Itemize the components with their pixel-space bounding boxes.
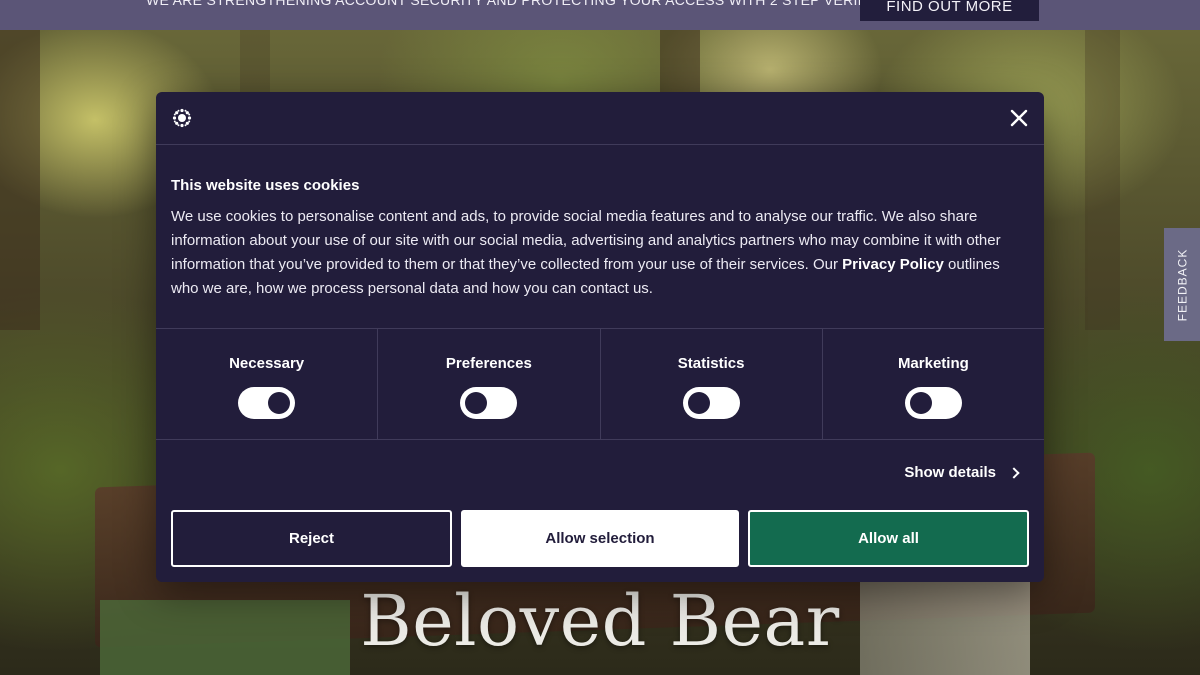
feedback-tab[interactable]: FEEDBACK xyxy=(1164,228,1200,341)
close-icon xyxy=(1010,109,1028,127)
hero-title: Beloved Bear xyxy=(360,580,840,662)
marketing-toggle[interactable] xyxy=(904,387,962,419)
banner-text: WE ARE STRENGTHENING ACCOUNT SECURITY AN… xyxy=(146,0,929,8)
dialog-header xyxy=(156,92,1044,145)
category-marketing: Marketing xyxy=(823,329,1044,439)
feedback-label: FEEDBACK xyxy=(1175,248,1189,321)
toggle-knob xyxy=(909,392,932,414)
show-details-label: Show details xyxy=(904,464,996,481)
close-button[interactable] xyxy=(1006,105,1032,131)
toggle-knob xyxy=(687,392,710,414)
category-label: Preferences xyxy=(445,355,532,372)
toggle-knob xyxy=(465,392,488,414)
toggle-knob xyxy=(268,392,291,414)
cookie-consent-dialog: This website uses cookies We use cookies… xyxy=(156,92,1044,582)
cookiebot-logo-icon xyxy=(172,108,192,128)
allow-selection-button[interactable]: Allow selection xyxy=(461,510,739,567)
allow-all-button[interactable]: Allow all xyxy=(748,510,1029,567)
category-label: Statistics xyxy=(677,355,745,372)
details-row: Show details xyxy=(156,440,1044,508)
statistics-toggle[interactable] xyxy=(682,387,740,419)
category-necessary: Necessary xyxy=(156,329,379,439)
find-out-more-button[interactable]: FIND OUT MORE xyxy=(860,0,1039,21)
preferences-toggle[interactable] xyxy=(460,387,518,419)
privacy-policy-link[interactable]: Privacy Policy xyxy=(842,256,944,273)
dialog-title: This website uses cookies xyxy=(171,177,360,194)
category-statistics: Statistics xyxy=(601,329,823,439)
reject-button[interactable]: Reject xyxy=(171,510,452,567)
security-banner: WE ARE STRENGTHENING ACCOUNT SECURITY AN… xyxy=(0,0,1200,30)
necessary-toggle[interactable] xyxy=(238,387,296,419)
chevron-right-icon xyxy=(1008,466,1020,479)
category-label: Necessary xyxy=(229,355,305,372)
show-details-button[interactable]: Show details xyxy=(904,464,1020,481)
dialog-description: We use cookies to personalise content an… xyxy=(171,205,1029,301)
category-preferences: Preferences xyxy=(378,329,601,439)
dialog-body: This website uses cookies We use cookies… xyxy=(156,145,1044,329)
dialog-actions: Reject Allow selection Allow all xyxy=(171,510,1029,567)
consent-categories: Necessary Preferences Statistics Marketi… xyxy=(156,329,1044,440)
category-label: Marketing xyxy=(897,355,969,372)
